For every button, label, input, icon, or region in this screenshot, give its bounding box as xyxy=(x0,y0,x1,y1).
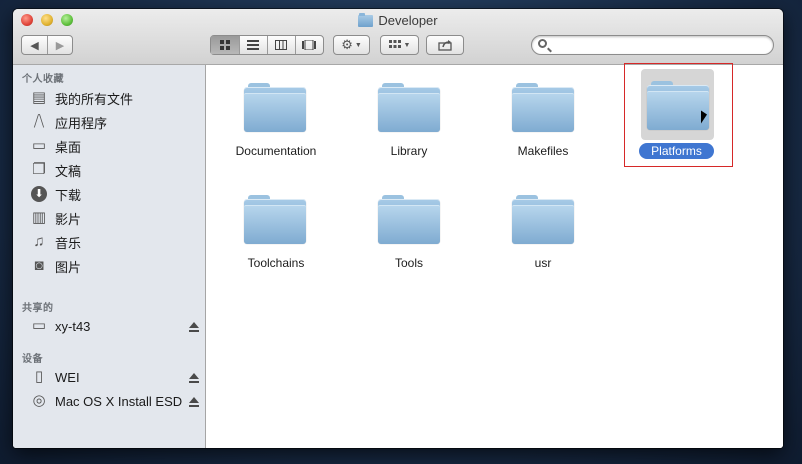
folder-icon xyxy=(378,195,440,244)
mouse-pointer-icon xyxy=(701,110,707,125)
action-menu-button[interactable]: ⚙ ▼ xyxy=(333,35,370,55)
chevron-right-icon: ▶ xyxy=(55,39,65,52)
sidebar: 个人收藏 ▤ 我的所有文件 ⧸⧹ 应用程序 ▭ 桌面 ❐ 文稿 ⬇ 下载 ▥ 影… xyxy=(13,65,206,448)
sidebar-item-pictures[interactable]: ◙ 图片 xyxy=(13,254,205,278)
sidebar-item-label: 下载 xyxy=(55,187,82,203)
eject-icon[interactable] xyxy=(189,397,199,407)
documents-icon: ❐ xyxy=(32,161,46,178)
share-button[interactable] xyxy=(426,35,464,55)
applications-icon: ⧸⧹ xyxy=(33,113,45,130)
movies-icon: ▥ xyxy=(31,209,47,226)
sidebar-item-movies[interactable]: ▥ 影片 xyxy=(13,206,205,230)
sidebar-item-wei[interactable]: ▯ WEI xyxy=(13,365,205,389)
search-field[interactable] xyxy=(531,35,774,55)
folder-label: usr xyxy=(534,256,552,270)
music-icon: ♫ xyxy=(33,233,45,250)
eject-icon[interactable] xyxy=(189,322,199,332)
sidebar-item-applications[interactable]: ⧸⧹ 应用程序 xyxy=(13,110,205,134)
folder-label: Documentation xyxy=(235,144,317,158)
sidebar-item-label: 文稿 xyxy=(55,163,82,179)
annotation-highlight-box xyxy=(624,63,733,167)
folder-icon xyxy=(512,83,574,132)
folder-label: Tools xyxy=(394,256,423,270)
back-forward-control: ◀ ▶ xyxy=(21,35,73,55)
sidebar-item-downloads[interactable]: ⬇ 下载 xyxy=(13,182,205,206)
computer-icon: ▭ xyxy=(31,317,47,334)
folder-icon xyxy=(512,195,574,244)
sidebar-item-label: xy-t43 xyxy=(55,318,91,334)
sidebar-item-xy-t43[interactable]: ▭ xy-t43 xyxy=(13,314,205,338)
icon-view-icon xyxy=(219,40,230,50)
window-title: Developer xyxy=(13,12,783,28)
column-view-icon xyxy=(275,40,288,50)
downloads-icon: ⬇ xyxy=(31,186,47,202)
list-view-button[interactable] xyxy=(238,36,267,54)
folder-icon xyxy=(358,12,374,27)
search-input[interactable] xyxy=(552,37,771,55)
chevron-down-icon: ▼ xyxy=(354,41,362,49)
gear-icon: ⚙ xyxy=(341,37,353,52)
sidebar-item-label: Mac OS X Install ESD xyxy=(55,393,183,409)
devices-header: 设备 xyxy=(22,354,43,365)
column-view-button[interactable] xyxy=(266,36,295,54)
arrange-grid-icon xyxy=(388,40,401,48)
folder-icon xyxy=(244,195,306,244)
titlebar: Developer ◀ ▶ ⚙ ▼ ▼ xyxy=(13,9,783,65)
sidebar-item-desktop[interactable]: ▭ 桌面 xyxy=(13,134,205,158)
icon-view-button[interactable] xyxy=(211,36,239,54)
chevron-down-icon: ▼ xyxy=(403,41,411,49)
forward-button[interactable]: ▶ xyxy=(46,36,72,54)
disc-icon: ◎ xyxy=(32,392,46,409)
sidebar-item-music[interactable]: ♫ 音乐 xyxy=(13,230,205,254)
sidebar-item-label: 桌面 xyxy=(55,139,82,155)
sidebar-item-install-esd[interactable]: ◎ Mac OS X Install ESD xyxy=(13,389,205,413)
folder-label: Library xyxy=(390,144,428,158)
shared-header: 共享的 xyxy=(22,303,54,314)
sidebar-item-label: 图片 xyxy=(55,259,82,275)
pictures-icon: ◙ xyxy=(34,257,44,274)
all-files-icon: ▤ xyxy=(31,89,47,106)
eject-icon[interactable] xyxy=(189,373,199,383)
sidebar-item-label: WEI xyxy=(55,369,80,385)
sidebar-item-label: 音乐 xyxy=(55,235,82,251)
chevron-left-icon: ◀ xyxy=(30,39,39,52)
drive-icon: ▯ xyxy=(34,368,44,385)
coverflow-view-icon xyxy=(302,40,317,50)
folder-icon xyxy=(378,83,440,132)
folder-label: Makefiles xyxy=(517,144,569,158)
desktop-icon: ▭ xyxy=(31,137,47,154)
list-view-icon xyxy=(247,40,260,50)
sidebar-item-all-files[interactable]: ▤ 我的所有文件 xyxy=(13,86,205,110)
favorites-header: 个人收藏 xyxy=(22,74,64,85)
sidebar-item-label: 影片 xyxy=(55,211,82,227)
search-icon xyxy=(538,39,547,48)
view-mode-control xyxy=(210,35,324,55)
sidebar-item-label: 我的所有文件 xyxy=(55,91,134,107)
folder-label: Toolchains xyxy=(247,256,305,270)
sidebar-item-label: 应用程序 xyxy=(55,115,108,131)
sidebar-item-documents[interactable]: ❐ 文稿 xyxy=(13,158,205,182)
share-icon xyxy=(438,39,452,51)
arrange-menu-button[interactable]: ▼ xyxy=(380,35,419,55)
coverflow-view-button[interactable] xyxy=(294,36,323,54)
window-title-text: Developer xyxy=(378,13,438,28)
folder-icon xyxy=(244,83,306,132)
back-button[interactable]: ◀ xyxy=(22,36,47,54)
